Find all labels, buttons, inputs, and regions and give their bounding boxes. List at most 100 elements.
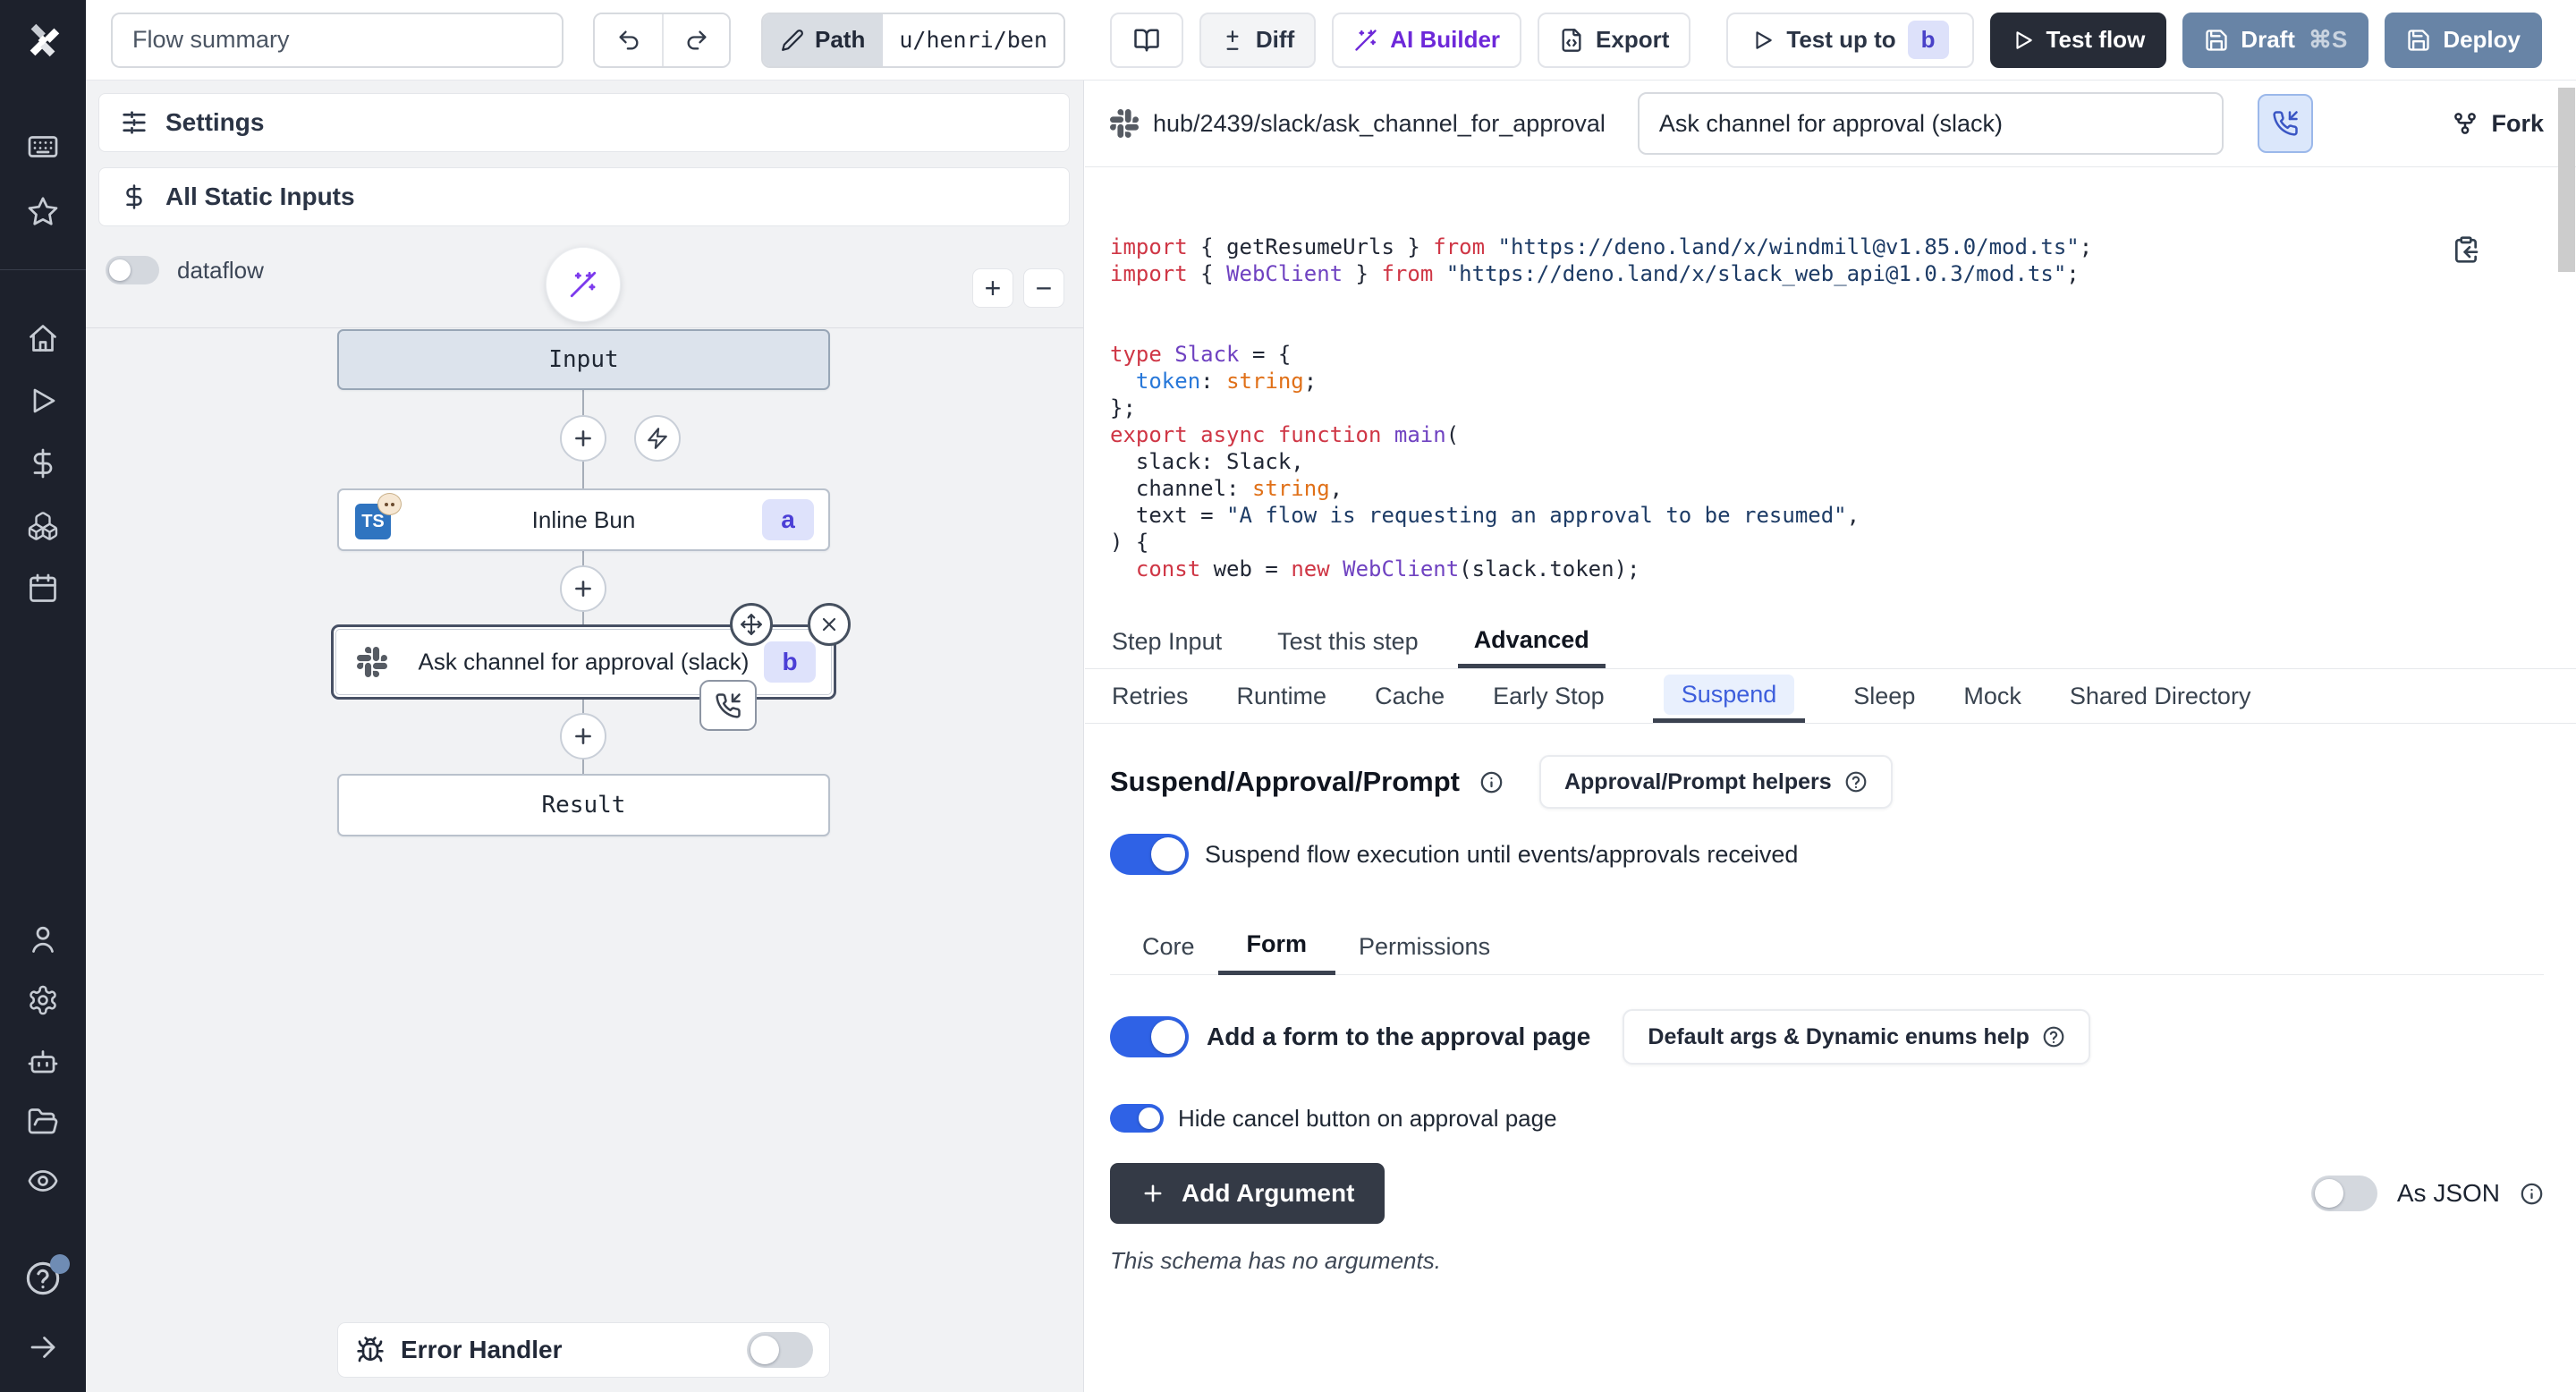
phone-incoming-icon: [2272, 110, 2299, 137]
path-button[interactable]: Path: [763, 14, 883, 66]
add-step-button-3[interactable]: [560, 713, 606, 760]
add-step-button-1[interactable]: [560, 415, 606, 462]
code-scrollbar-thumb[interactable]: [2558, 88, 2575, 272]
all-static-inputs-button[interactable]: All Static Inputs: [98, 167, 1070, 226]
subtab-permissions[interactable]: Permissions: [1359, 918, 1490, 975]
path-label: Path: [815, 26, 865, 54]
undo-button[interactable]: [595, 14, 662, 66]
save-icon: [2406, 28, 2431, 53]
tab-runtime[interactable]: Runtime: [1237, 670, 1327, 723]
hide-cancel-toggle[interactable]: [1110, 1104, 1164, 1133]
expand-sidebar-arrow-icon[interactable]: [0, 1331, 86, 1363]
quick-access-keyboard-icon[interactable]: [0, 131, 86, 163]
slack-icon: [1110, 109, 1139, 138]
runs-play-icon[interactable]: [0, 385, 86, 417]
step-title-input[interactable]: [1638, 92, 2224, 155]
diff-button[interactable]: Diff: [1199, 13, 1316, 68]
folders-icon[interactable]: [0, 1106, 86, 1138]
suspend-toggle[interactable]: [1110, 834, 1189, 875]
tab-advanced[interactable]: Advanced: [1458, 615, 1606, 668]
draft-label: Draft: [2241, 26, 2295, 54]
tab-retries[interactable]: Retries: [1112, 670, 1189, 723]
flow-settings-button[interactable]: Settings: [98, 93, 1070, 152]
approval-helpers-button[interactable]: Approval/Prompt helpers: [1539, 755, 1893, 809]
file-code-icon: [1559, 28, 1584, 53]
variables-dollar-icon[interactable]: [0, 447, 86, 480]
subtab-form[interactable]: Form: [1218, 918, 1336, 975]
docs-button[interactable]: [1110, 13, 1183, 68]
add-form-toggle[interactable]: [1110, 1016, 1189, 1057]
schedules-calendar-icon[interactable]: [0, 573, 86, 605]
flow-panel-divider: [86, 327, 1083, 328]
info-icon[interactable]: [1479, 770, 1504, 794]
close-icon: [818, 614, 840, 635]
dollar-icon: [121, 183, 148, 210]
play-icon: [2012, 29, 2035, 52]
tab-test-this-step[interactable]: Test this step: [1277, 615, 1419, 668]
home-icon[interactable]: [0, 322, 86, 354]
tab-step-input[interactable]: Step Input: [1112, 615, 1222, 668]
tab-cache[interactable]: Cache: [1375, 670, 1445, 723]
clipboard-copy-icon: [2452, 235, 2480, 264]
deploy-button[interactable]: Deploy: [2385, 13, 2542, 68]
node-inline-bun[interactable]: TS Inline Bun a: [337, 488, 830, 551]
node-result[interactable]: Result: [337, 774, 830, 836]
subtab-core[interactable]: Core: [1142, 918, 1195, 975]
flow-summary-input[interactable]: [111, 13, 564, 68]
help-circle-icon: [2042, 1025, 2065, 1048]
tab-early-stop[interactable]: Early Stop: [1493, 670, 1605, 723]
export-label: Export: [1596, 26, 1669, 54]
code-editor[interactable]: import { getResumeUrls } from "https://d…: [1085, 167, 2576, 615]
export-button[interactable]: Export: [1538, 13, 1690, 68]
suspend-indicator-button[interactable]: [2258, 94, 2313, 153]
zoom-out-button[interactable]: −: [1023, 268, 1064, 308]
audit-logs-eye-icon[interactable]: [0, 1165, 86, 1197]
book-open-icon: [1133, 27, 1160, 54]
add-step-button-2[interactable]: [560, 565, 606, 612]
tab-shared-directory[interactable]: Shared Directory: [2070, 670, 2251, 723]
as-json-toggle[interactable]: [2311, 1176, 2377, 1211]
resources-boxes-icon[interactable]: [0, 510, 86, 542]
workers-bot-icon[interactable]: [0, 1045, 86, 1077]
draft-button[interactable]: Draft ⌘S: [2182, 13, 2368, 68]
path-control[interactable]: Path u/henri/ben: [761, 13, 1065, 68]
path-value[interactable]: u/henri/ben: [883, 14, 1063, 66]
error-handler-label: Error Handler: [401, 1336, 563, 1364]
test-up-to-label: Test up to: [1786, 26, 1895, 54]
move-node-handle[interactable]: [730, 603, 773, 646]
settings-gear-icon[interactable]: [0, 984, 86, 1016]
zoom-in-button[interactable]: +: [972, 268, 1013, 308]
add-argument-label: Add Argument: [1182, 1179, 1354, 1208]
wand-sparkles-icon: [1353, 28, 1378, 53]
add-trigger-button[interactable]: [634, 415, 681, 462]
error-handler-toggle[interactable]: [747, 1332, 813, 1368]
top-toolbar: Path u/henri/ben Diff AI Builder Export …: [86, 0, 2576, 81]
node-step-badge: a: [762, 499, 814, 540]
advanced-tabs: Retries Runtime Cache Early Stop Suspend…: [1085, 670, 2576, 724]
dataflow-label: dataflow: [177, 257, 264, 284]
bug-icon: [356, 1336, 385, 1364]
ai-builder-button[interactable]: AI Builder: [1332, 13, 1521, 68]
test-flow-button[interactable]: Test flow: [1990, 13, 2167, 68]
default-args-help-button[interactable]: Default args & Dynamic enums help: [1623, 1009, 2090, 1065]
tab-suspend[interactable]: Suspend: [1653, 670, 1806, 723]
favorites-star-icon[interactable]: [0, 195, 86, 227]
node-step-badge: b: [764, 641, 816, 683]
dataflow-toggle[interactable]: [106, 256, 159, 284]
redo-button[interactable]: [662, 14, 729, 66]
node-input[interactable]: Input: [337, 329, 830, 390]
test-up-to-button[interactable]: Test up to b: [1726, 13, 1973, 68]
add-argument-button[interactable]: Add Argument: [1110, 1163, 1385, 1224]
error-handler-card[interactable]: Error Handler: [337, 1322, 830, 1378]
suspend-phone-incoming-badge[interactable]: [699, 680, 757, 731]
help-icon[interactable]: [0, 1260, 86, 1297]
delete-node-button[interactable]: [808, 603, 851, 646]
info-icon[interactable]: [2520, 1182, 2544, 1206]
ai-flow-wand-button[interactable]: [546, 247, 621, 322]
users-icon[interactable]: [0, 923, 86, 955]
tab-sleep[interactable]: Sleep: [1853, 670, 1915, 723]
windmill-logo-icon[interactable]: [0, 0, 86, 81]
fork-button[interactable]: Fork: [2452, 110, 2544, 138]
copy-code-button[interactable]: [2452, 182, 2529, 318]
tab-mock[interactable]: Mock: [1963, 670, 2021, 723]
